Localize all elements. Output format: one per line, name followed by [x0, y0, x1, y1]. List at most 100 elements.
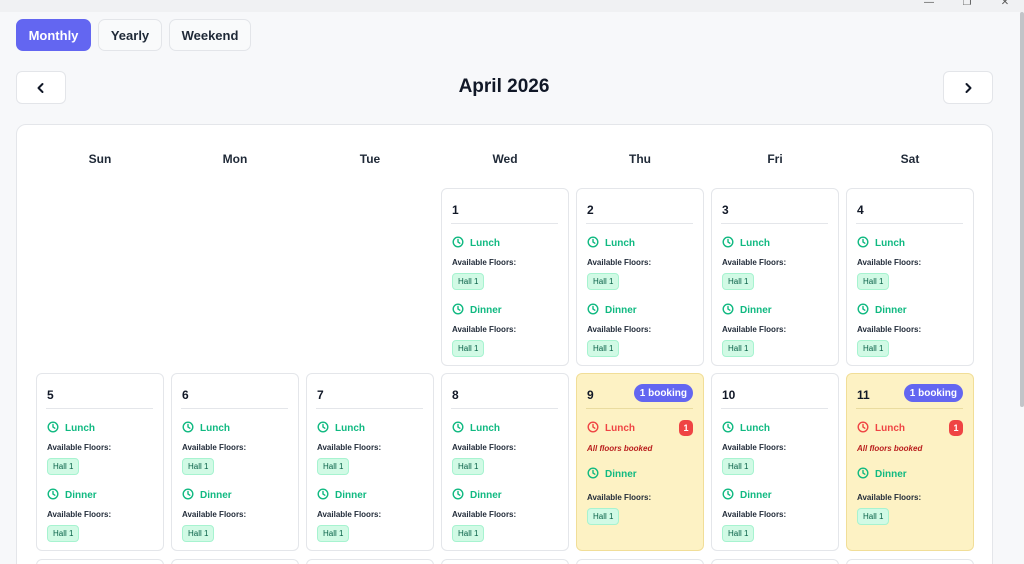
day-cell[interactable] — [711, 559, 839, 564]
clock-icon — [452, 303, 464, 318]
maximize-button[interactable]: ❐ — [948, 0, 986, 8]
dinner-slot[interactable]: Dinner — [47, 488, 97, 503]
clock-icon — [47, 421, 59, 436]
floor-chip-hall-1[interactable]: Hall 1 — [587, 340, 620, 357]
floor-chip-hall-1[interactable]: Hall 1 — [722, 340, 755, 357]
clock-icon — [722, 488, 734, 503]
day-cell[interactable] — [846, 559, 974, 564]
clock-icon — [587, 303, 599, 318]
weekday-header: Tue — [359, 152, 381, 166]
day-cell[interactable]: 10 Lunch Available Floors: Hall 1 Dinner Avai… — [711, 373, 839, 551]
lunch-slot[interactable]: Lunch — [47, 421, 95, 436]
lunch-slot[interactable]: Lunch — [317, 421, 365, 436]
previous-month-button[interactable] — [16, 71, 66, 104]
weekday-header: Fri — [767, 152, 783, 166]
day-cell[interactable] — [306, 559, 434, 564]
dinner-slot[interactable]: Dinner — [722, 303, 772, 318]
floor-chip-hall-1[interactable]: Hall 1 — [452, 273, 485, 290]
day-cell[interactable]: 9 1 booking Lunch 1 All floors booked Dinner A… — [576, 373, 704, 551]
dinner-slot[interactable]: Dinner — [587, 467, 637, 482]
available-floors-label: Available Floors: — [452, 258, 517, 267]
day-cell[interactable]: 8 Lunch Available Floors: Hall 1 Dinner Avail… — [441, 373, 569, 551]
tab-yearly[interactable]: Yearly — [98, 19, 162, 51]
floor-chip-hall-1[interactable]: Hall 1 — [722, 525, 755, 542]
view-tabs: Monthly Yearly Weekend — [16, 19, 251, 51]
lunch-slot[interactable]: Lunch — [587, 236, 635, 251]
floor-chip-hall-1[interactable]: Hall 1 — [857, 508, 890, 525]
available-floors-label: Available Floors: — [317, 510, 382, 519]
day-cell[interactable]: 3 Lunch Available Floors: Hall 1 Dinner Avail… — [711, 188, 839, 366]
available-floors-label: Available Floors: — [452, 325, 517, 334]
meal-label: Lunch — [200, 423, 230, 434]
close-button[interactable]: ✕ — [986, 0, 1024, 8]
floor-chip-hall-1[interactable]: Hall 1 — [587, 273, 620, 290]
lunch-slot[interactable]: Lunch — [857, 236, 905, 251]
lunch-slot[interactable]: Lunch — [182, 421, 230, 436]
day-cell[interactable] — [441, 559, 569, 564]
available-floors-label: Available Floors: — [857, 258, 922, 267]
day-cell[interactable] — [171, 559, 299, 564]
dinner-slot[interactable]: Dinner — [857, 303, 907, 318]
dinner-slot[interactable]: Dinner — [452, 303, 502, 318]
day-cell[interactable]: 6 Lunch Available Floors: Hall 1 Dinner Avail… — [171, 373, 299, 551]
floor-chip-hall-1[interactable]: Hall 1 — [317, 458, 350, 475]
day-cell[interactable]: 2 Lunch Available Floors: Hall 1 Dinner Avail… — [576, 188, 704, 366]
day-cell[interactable]: 7 Lunch Available Floors: Hall 1 Dinner Avail… — [306, 373, 434, 551]
floor-chip-hall-1[interactable]: Hall 1 — [857, 340, 890, 357]
floor-chip-hall-1[interactable]: Hall 1 — [182, 458, 215, 475]
day-divider — [856, 408, 963, 409]
dinner-slot[interactable]: Dinner — [317, 488, 367, 503]
lunch-slot[interactable]: Lunch — [722, 236, 770, 251]
day-number: 11 — [857, 388, 870, 402]
meal-label: Lunch — [605, 423, 635, 434]
clock-icon — [452, 236, 464, 251]
booking-badge: 1 booking — [903, 384, 963, 402]
lunch-slot[interactable]: Lunch — [857, 421, 905, 436]
dinner-slot[interactable]: Dinner — [722, 488, 772, 503]
floor-chip-hall-1[interactable]: Hall 1 — [47, 458, 80, 475]
floor-chip-hall-1[interactable]: Hall 1 — [722, 458, 755, 475]
clock-icon — [722, 236, 734, 251]
meal-label: Dinner — [875, 469, 907, 480]
day-cell[interactable]: 11 1 booking Lunch 1 All floors booked Dinner… — [846, 373, 974, 551]
lunch-slot[interactable]: Lunch — [452, 421, 500, 436]
dinner-slot[interactable]: Dinner — [452, 488, 502, 503]
clock-icon — [587, 467, 599, 482]
next-month-button[interactable] — [943, 71, 993, 104]
available-floors-label: Available Floors: — [857, 325, 922, 334]
day-cell[interactable]: 5 Lunch Available Floors: Hall 1 Dinner Avail… — [36, 373, 164, 551]
dinner-slot[interactable]: Dinner — [857, 467, 907, 482]
available-floors-label: Available Floors: — [722, 258, 787, 267]
available-floors-label: Available Floors: — [857, 493, 922, 502]
lunch-slot[interactable]: Lunch — [587, 421, 635, 436]
clock-icon — [182, 421, 194, 436]
dinner-slot[interactable]: Dinner — [182, 488, 232, 503]
floor-chip-hall-1[interactable]: Hall 1 — [452, 458, 485, 475]
lunch-slot[interactable]: Lunch — [722, 421, 770, 436]
weekday-header: Thu — [629, 152, 651, 166]
day-cell[interactable] — [576, 559, 704, 564]
page-scrollbar[interactable] — [1020, 12, 1024, 407]
floor-chip-hall-1[interactable]: Hall 1 — [722, 273, 755, 290]
day-cell[interactable]: 4 Lunch Available Floors: Hall 1 Dinner Avail… — [846, 188, 974, 366]
floor-chip-hall-1[interactable]: Hall 1 — [317, 525, 350, 542]
floor-chip-hall-1[interactable]: Hall 1 — [587, 508, 620, 525]
day-number: 8 — [452, 388, 459, 402]
meal-label: Lunch — [875, 238, 905, 249]
floor-chip-hall-1[interactable]: Hall 1 — [452, 525, 485, 542]
dinner-slot[interactable]: Dinner — [587, 303, 637, 318]
tab-weekend[interactable]: Weekend — [169, 19, 251, 51]
available-floors-label: Available Floors: — [452, 443, 517, 452]
lunch-slot[interactable]: Lunch — [452, 236, 500, 251]
meal-label: Dinner — [605, 305, 637, 316]
day-cell[interactable] — [36, 559, 164, 564]
tab-monthly[interactable]: Monthly — [16, 19, 91, 51]
floor-chip-hall-1[interactable]: Hall 1 — [857, 273, 890, 290]
minimize-button[interactable]: — — [910, 0, 948, 8]
day-cell[interactable]: 1 Lunch Available Floors: Hall 1 Dinner Avail… — [441, 188, 569, 366]
floor-chip-hall-1[interactable]: Hall 1 — [47, 525, 80, 542]
floor-chip-hall-1[interactable]: Hall 1 — [182, 525, 215, 542]
clock-icon — [857, 421, 869, 436]
floor-chip-hall-1[interactable]: Hall 1 — [452, 340, 485, 357]
window-titlebar: — ❐ ✕ — [0, 0, 1024, 12]
